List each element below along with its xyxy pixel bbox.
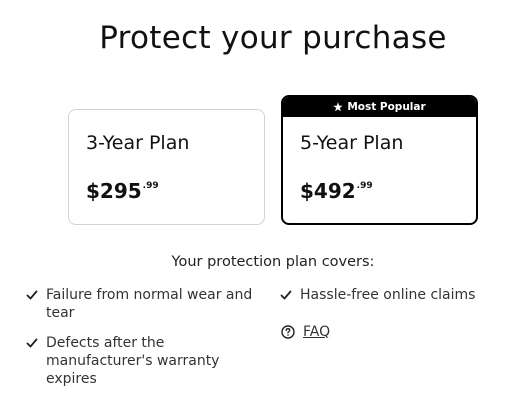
coverage-item: Failure from normal wear and tear: [26, 286, 256, 322]
price-dollars: $295: [86, 179, 142, 203]
coverage-title: Your protection plan covers:: [171, 254, 375, 270]
star-icon: [333, 102, 344, 112]
question-circle-icon: [281, 325, 295, 339]
plan-card-5-year[interactable]: Most Popular 5-Year Plan $492 .99: [281, 95, 478, 225]
most-popular-badge: Most Popular: [283, 97, 476, 117]
check-icon: [280, 290, 292, 300]
faq-link[interactable]: FAQ: [281, 324, 330, 340]
coverage-item-label: Defects after the manufacturer's warrant…: [46, 335, 220, 387]
plan-name: 5-Year Plan: [300, 132, 404, 154]
coverage-item-label: Hassle-free online claims: [300, 287, 476, 303]
plan-name: 3-Year Plan: [86, 132, 190, 154]
faq-label[interactable]: FAQ: [303, 324, 330, 340]
price-cents: .99: [142, 181, 159, 191]
coverage-item: Defects after the manufacturer's warrant…: [26, 334, 256, 388]
coverage-item-label: Failure from normal wear and tear: [46, 287, 253, 321]
plan-price: $492 .99: [300, 179, 373, 203]
price-cents: .99: [356, 181, 373, 191]
page-title: Protect your purchase: [99, 20, 447, 56]
check-icon: [26, 338, 38, 348]
plan-price: $295 .99: [86, 179, 159, 203]
price-dollars: $492: [300, 179, 356, 203]
check-icon: [26, 290, 38, 300]
plan-card-3-year[interactable]: 3-Year Plan $295 .99: [68, 109, 265, 225]
badge-label: Most Popular: [347, 101, 426, 113]
coverage-item: Hassle-free online claims: [280, 286, 520, 304]
